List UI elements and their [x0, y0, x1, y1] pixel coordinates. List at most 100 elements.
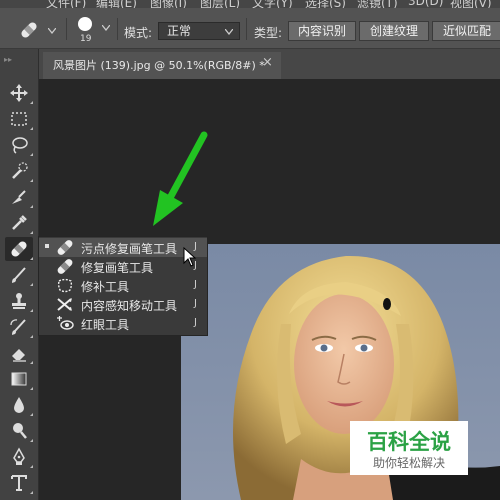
menu-bar: 文件(F) 编辑(E) 图像(I) 图层(L) 文字(Y) 选择(S) 滤镜(T… — [0, 0, 500, 8]
submenu-indicator — [30, 257, 33, 260]
submenu-indicator — [30, 335, 33, 338]
move-icon — [10, 84, 28, 102]
close-tab-icon[interactable]: × — [262, 55, 273, 70]
eyedropper-tool[interactable] — [5, 211, 33, 235]
separator — [66, 18, 67, 40]
submenu-indicator — [30, 153, 33, 156]
flyout-item-label: 污点修复画笔工具 — [81, 242, 178, 256]
selected-indicator — [45, 244, 49, 248]
stamp-icon — [12, 293, 26, 309]
flyout-item-shortcut: J — [194, 317, 197, 328]
eraser-tool[interactable] — [5, 341, 33, 365]
flyout-item-label: 内容感知移动工具 — [81, 299, 178, 313]
submenu-indicator — [30, 283, 33, 286]
dodge-icon — [13, 423, 27, 439]
healing-brush-icon — [57, 259, 73, 274]
mode-select-value: 正常 — [167, 24, 192, 38]
chevron-down-icon — [102, 25, 110, 31]
marquee-tool[interactable] — [5, 107, 33, 131]
watermark-subtitle: 助你轻松解决 — [372, 456, 445, 470]
lasso-icon — [12, 137, 28, 154]
menu-edit[interactable]: 编辑(E) — [96, 0, 137, 8]
panel-grip-icon[interactable]: ▸▸ — [4, 55, 12, 64]
proximity-match-button[interactable]: 近似匹配 — [432, 21, 500, 41]
pen-nib-icon — [12, 190, 26, 204]
menu-3d[interactable]: 3D(D) — [408, 0, 443, 8]
menu-filter[interactable]: 滤镜(T) — [357, 0, 398, 8]
menu-view[interactable]: 视图(V) — [450, 0, 492, 8]
create-texture-button[interactable]: 创建纹理 — [359, 21, 429, 41]
flyout-item-content-aware-move[interactable]: 内容感知移动工具 J — [39, 295, 207, 314]
submenu-indicator — [30, 127, 33, 130]
pen-tool[interactable] — [5, 445, 33, 469]
submenu-indicator — [30, 387, 33, 390]
quick-selection-tool[interactable] — [5, 159, 33, 183]
clone-stamp-tool[interactable] — [5, 289, 33, 313]
menu-file[interactable]: 文件(F) — [46, 0, 86, 8]
red-eye-icon — [57, 316, 74, 330]
submenu-indicator — [30, 309, 33, 312]
brush-tip-preview — [78, 17, 92, 31]
menu-layer[interactable]: 图层(L) — [200, 0, 240, 8]
eyedropper-icon — [12, 215, 27, 230]
lasso-tool[interactable] — [5, 133, 33, 157]
content-aware-button[interactable]: 内容识别 — [288, 21, 356, 41]
flyout-item-label: 修补工具 — [81, 280, 130, 294]
submenu-indicator — [30, 361, 33, 364]
flyout-item-shortcut: J — [194, 298, 197, 309]
bandage-icon — [11, 241, 27, 257]
brush-icon — [12, 267, 26, 283]
submenu-indicator — [30, 465, 33, 468]
submenu-indicator — [30, 101, 33, 104]
document-tab[interactable]: 风景图片 (139).jpg @ 50.1%(RGB/8#) * — [43, 52, 281, 79]
chevron-down-icon — [225, 29, 233, 35]
eraser-icon — [12, 349, 26, 362]
separator — [117, 18, 118, 40]
flyout-item-patch[interactable]: 修补工具 J — [39, 276, 207, 295]
menu-select[interactable]: 选择(S) — [305, 0, 346, 8]
blur-tool[interactable] — [5, 393, 33, 417]
move-tool[interactable] — [5, 81, 33, 105]
menu-type[interactable]: 文字(Y) — [252, 0, 293, 8]
flyout-item-spot-healing-brush[interactable]: 污点修复画笔工具 J — [39, 238, 207, 257]
submenu-indicator — [30, 413, 33, 416]
brush-size-value: 19 — [80, 34, 92, 44]
brush-preset-picker[interactable]: 19 — [72, 12, 114, 46]
rectangular-marquee-icon — [11, 112, 27, 126]
menu-image[interactable]: 图像(I) — [150, 0, 187, 8]
submenu-indicator — [30, 231, 33, 234]
submenu-indicator — [30, 439, 33, 442]
watermark-badge: 百科全说 助你轻松解决 — [350, 421, 468, 475]
flyout-item-red-eye[interactable]: 红眼工具 J — [39, 314, 207, 333]
submenu-indicator — [30, 179, 33, 182]
drop-icon — [14, 397, 24, 413]
watermark-title: 百科全说 — [367, 430, 451, 454]
crop-tool[interactable] — [5, 185, 33, 209]
type-icon — [11, 475, 27, 491]
pen-icon — [13, 447, 25, 465]
submenu-indicator — [30, 491, 33, 494]
brush-tool[interactable] — [5, 263, 33, 287]
flyout-item-healing-brush[interactable]: 修复画笔工具 J — [39, 257, 207, 276]
mode-select[interactable]: 正常 — [158, 22, 240, 40]
content-aware-move-icon — [57, 298, 72, 311]
type-label: 类型: — [254, 26, 283, 40]
flyout-item-shortcut: J — [194, 279, 197, 290]
separator — [246, 18, 247, 40]
tools-panel: ▸▸ — [0, 49, 39, 500]
patch-icon — [57, 278, 73, 293]
dodge-tool[interactable] — [5, 419, 33, 443]
tool-preset-picker[interactable] — [16, 18, 60, 42]
history-brush-tool[interactable] — [5, 315, 33, 339]
gradient-tool[interactable] — [5, 367, 33, 391]
history-brush-icon — [10, 319, 26, 335]
flyout-item-label: 修复画笔工具 — [81, 261, 154, 275]
quick-selection-icon — [12, 162, 28, 179]
mouse-cursor-icon — [183, 247, 197, 267]
spot-healing-tool[interactable] — [5, 237, 33, 261]
flyout-item-label: 红眼工具 — [81, 318, 130, 332]
type-tool[interactable] — [5, 471, 33, 495]
spot-healing-brush-icon — [57, 240, 73, 255]
chevron-down-icon — [48, 28, 56, 34]
submenu-indicator — [30, 205, 33, 208]
